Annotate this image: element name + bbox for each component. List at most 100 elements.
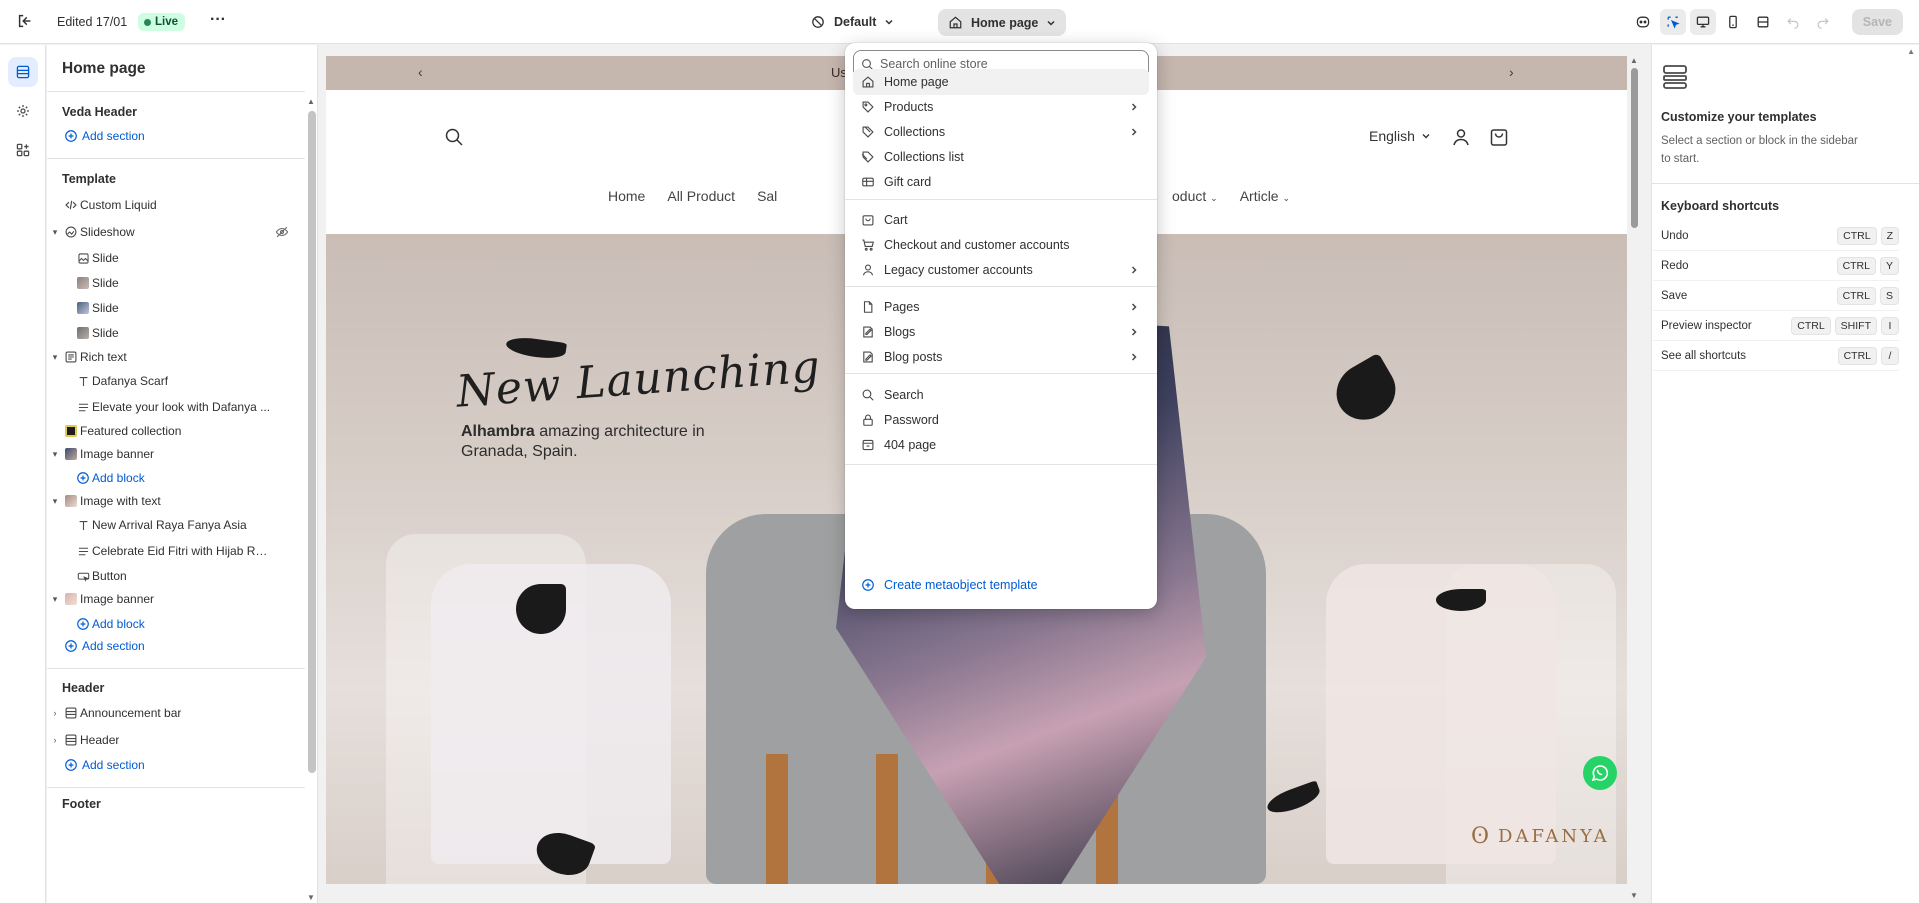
save-button[interactable]: Save bbox=[1851, 9, 1903, 35]
account-icon[interactable] bbox=[1451, 127, 1471, 147]
whatsapp-icon[interactable] bbox=[1583, 756, 1617, 790]
chevron-right-icon[interactable]: › bbox=[49, 708, 61, 718]
rose-image bbox=[516, 584, 566, 634]
plus-circle-icon bbox=[63, 128, 79, 144]
chevron-right-icon[interactable]: › bbox=[49, 735, 61, 745]
create-metaobject-template-button[interactable]: Create metaobject template bbox=[853, 572, 1149, 598]
add-section-button[interactable]: Add section bbox=[47, 124, 305, 148]
section-rich-text[interactable]: ▾ Rich text bbox=[47, 345, 305, 369]
fullscreen-icon[interactable] bbox=[1750, 9, 1776, 35]
divider bbox=[47, 668, 305, 669]
preview-scrollbar[interactable]: ▲ ▼ bbox=[1627, 56, 1641, 900]
add-section-button[interactable]: Add section bbox=[47, 634, 305, 658]
block-slide[interactable]: Slide bbox=[47, 321, 305, 345]
scrollbar-thumb[interactable] bbox=[308, 111, 316, 773]
paragraph-icon bbox=[75, 543, 91, 559]
dropdown-item-collections[interactable]: Collections bbox=[853, 119, 1149, 145]
search-icon[interactable] bbox=[444, 127, 464, 147]
block-button[interactable]: Button bbox=[47, 564, 305, 588]
chevron-down-icon bbox=[1046, 18, 1056, 28]
section-image-banner[interactable]: ▾ Image banner bbox=[47, 442, 305, 466]
image-with-text-thumbnail bbox=[63, 493, 79, 509]
chevron-left-icon[interactable]: ‹ bbox=[418, 64, 423, 80]
block-slide[interactable]: Slide bbox=[47, 296, 305, 320]
dropdown-item-blogs[interactable]: Blogs bbox=[853, 319, 1149, 345]
add-section-button[interactable]: Add section bbox=[47, 753, 305, 777]
scroll-up-icon[interactable]: ▲ bbox=[1907, 47, 1915, 56]
dropdown-item-collections-list[interactable]: Collections list bbox=[853, 144, 1149, 170]
dropdown-item-cart[interactable]: Cart bbox=[853, 207, 1149, 233]
dropdown-item-gift-card[interactable]: Gift card bbox=[853, 169, 1149, 195]
nav-home[interactable]: Home bbox=[608, 188, 645, 204]
exit-icon[interactable] bbox=[16, 12, 36, 32]
dropdown-item-pages[interactable]: Pages bbox=[853, 294, 1149, 320]
add-block-button[interactable]: Add block bbox=[47, 466, 305, 490]
dropdown-item-404-page[interactable]: 404 page bbox=[853, 432, 1149, 458]
more-actions-button[interactable]: ··· bbox=[206, 10, 230, 34]
section-header[interactable]: › Header bbox=[47, 728, 305, 752]
chevron-down-icon[interactable]: ▾ bbox=[49, 227, 61, 238]
eye-hidden-icon[interactable] bbox=[275, 225, 289, 239]
shortcut-row: Save CTRL S bbox=[1653, 281, 1899, 311]
block-text[interactable]: Celebrate Eid Fitri with Hijab Ra... bbox=[47, 539, 305, 563]
block-slide[interactable]: Slide bbox=[47, 271, 305, 295]
text-icon bbox=[75, 373, 91, 389]
language-selector[interactable]: English bbox=[1369, 128, 1431, 144]
page-selector[interactable]: Home page bbox=[938, 9, 1067, 36]
chevron-down-icon: ⌄ bbox=[1282, 193, 1291, 203]
desktop-view-icon[interactable] bbox=[1689, 9, 1716, 35]
section-slideshow[interactable]: ▾ Slideshow bbox=[47, 220, 305, 244]
dropdown-item-legacy-customer-accounts[interactable]: Legacy customer accounts bbox=[853, 257, 1149, 283]
gear-icon[interactable] bbox=[8, 96, 38, 126]
add-block-button[interactable]: Add block bbox=[47, 612, 305, 636]
dropdown-item-search[interactable]: Search bbox=[853, 382, 1149, 408]
chevron-down-icon[interactable]: ▾ bbox=[49, 352, 61, 363]
mobile-view-icon[interactable] bbox=[1720, 9, 1746, 35]
block-heading[interactable]: New Arrival Raya Fanya Asia bbox=[47, 513, 305, 537]
section-featured-collection[interactable]: Featured collection bbox=[47, 419, 305, 443]
sections-sidebar: Home page Veda Header Add section Templa… bbox=[47, 45, 318, 903]
sections-icon[interactable] bbox=[8, 57, 38, 87]
chevron-down-icon[interactable]: ▾ bbox=[49, 496, 61, 507]
scroll-down-icon[interactable]: ▼ bbox=[307, 893, 315, 902]
chevron-right-icon bbox=[1129, 127, 1139, 137]
undo-icon[interactable] bbox=[1780, 9, 1806, 35]
theme-selector[interactable]: Default bbox=[810, 10, 894, 34]
inspector-icon[interactable] bbox=[1659, 9, 1686, 35]
section-announcement-bar[interactable]: › Announcement bar bbox=[47, 701, 305, 725]
ai-icon[interactable] bbox=[1630, 9, 1656, 35]
redo-icon[interactable] bbox=[1810, 9, 1836, 35]
nav-article[interactable]: Article ⌄ bbox=[1240, 188, 1290, 204]
dropdown-item-home-page[interactable]: Home page bbox=[853, 69, 1149, 95]
block-slide[interactable]: Slide bbox=[47, 246, 305, 270]
nav-product[interactable]: oduct ⌄ bbox=[1172, 188, 1218, 204]
slide-thumbnail bbox=[75, 325, 91, 341]
chevron-right-icon[interactable]: › bbox=[1509, 64, 1514, 80]
inspector-panel: ▲ Customize your templates Select a sect… bbox=[1651, 45, 1919, 903]
shortcut-label: Redo bbox=[1661, 259, 1689, 272]
nav-sale[interactable]: Sal bbox=[757, 188, 777, 204]
apps-icon[interactable] bbox=[8, 135, 38, 165]
dropdown-item-blog-posts[interactable]: Blog posts bbox=[853, 344, 1149, 370]
nav-all-product[interactable]: All Product bbox=[667, 188, 735, 204]
chevron-down-icon bbox=[884, 17, 894, 27]
section-image-banner[interactable]: ▾ Image banner bbox=[47, 587, 305, 611]
scroll-down-icon[interactable]: ▼ bbox=[1630, 891, 1638, 900]
scroll-up-icon[interactable]: ▲ bbox=[307, 97, 315, 106]
chevron-down-icon[interactable]: ▾ bbox=[49, 449, 61, 460]
shortcut-row[interactable]: See all shortcuts CTRL / bbox=[1653, 341, 1899, 371]
scrollbar-thumb[interactable] bbox=[1631, 68, 1638, 228]
dropdown-item-products[interactable]: Products bbox=[853, 94, 1149, 120]
shortcut-row: Preview inspector CTRL SHIFT I bbox=[1653, 311, 1899, 341]
sidebar-scrollbar[interactable]: ▲ ▼ bbox=[305, 45, 317, 902]
scroll-up-icon[interactable]: ▲ bbox=[1630, 56, 1638, 65]
block-heading[interactable]: Dafanya Scarf bbox=[47, 369, 305, 393]
dropdown-item-checkout-and-customer-accounts[interactable]: Checkout and customer accounts bbox=[853, 232, 1149, 258]
cart-icon[interactable] bbox=[1489, 127, 1509, 147]
block-text[interactable]: Elevate your look with Dafanya ... bbox=[47, 395, 305, 419]
section-custom-liquid[interactable]: Custom Liquid bbox=[47, 193, 305, 217]
brand-logo: ʘ DAFANYA bbox=[1471, 824, 1610, 849]
section-image-with-text[interactable]: ▾ Image with text bbox=[47, 489, 305, 513]
dropdown-item-password[interactable]: Password bbox=[853, 407, 1149, 433]
chevron-down-icon[interactable]: ▾ bbox=[49, 594, 61, 605]
